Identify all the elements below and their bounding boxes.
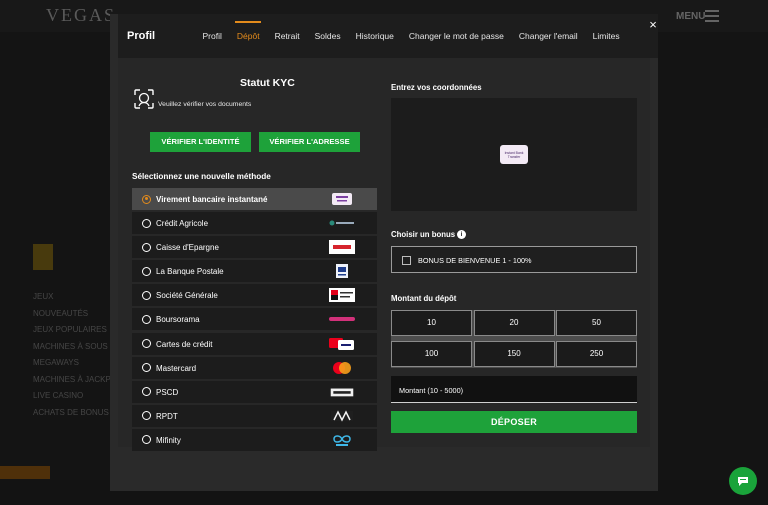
deposit-content: Statut KYC Veuillez vérifier vos documen… — [118, 58, 650, 451]
payment-method-list: Virement bancaire instantané Crédit Agri… — [132, 188, 377, 453]
boursorama-logo — [329, 312, 355, 326]
rpdt-logo — [329, 409, 355, 423]
pscd-logo — [329, 385, 355, 399]
chat-button[interactable] — [729, 467, 757, 495]
instant-bank-transfer-badge: Instant Bank Transfer — [500, 145, 528, 164]
instant-bank-transfer-logo — [329, 192, 355, 206]
radio-button[interactable] — [142, 242, 151, 252]
radio-selected[interactable] — [142, 194, 151, 204]
radio-button[interactable] — [142, 314, 151, 324]
tab-bar: Profil Dépôt Retrait Soldes Historique C… — [195, 14, 627, 58]
kyc-message: Veuillez vérifier vos documents — [158, 101, 252, 108]
method-label: Boursorama — [156, 315, 200, 325]
method-credit-agricole[interactable]: Crédit Agricole — [132, 212, 377, 235]
societe-generale-logo — [329, 288, 355, 303]
radio-button[interactable] — [142, 411, 151, 421]
bonus-label: BONUS DE BIENVENUE 1 - 100% — [418, 256, 532, 265]
amount-input[interactable]: Montant (10 - 5000) — [391, 376, 637, 403]
method-label: Société Générale — [156, 291, 218, 301]
bonus-title: Choisir un bonus — [391, 230, 456, 239]
method-instant-bank-transfer[interactable]: Virement bancaire instantané — [132, 188, 377, 210]
amount-preset-button[interactable]: 10 — [391, 310, 472, 336]
tab-limites[interactable]: Limites — [585, 14, 627, 58]
methods-title: Sélectionnez une nouvelle méthode — [132, 172, 271, 181]
deposit-button[interactable]: Déposer — [391, 411, 637, 433]
radio-button[interactable] — [142, 290, 151, 300]
method-label: Cartes de crédit — [156, 339, 213, 349]
method-label: PSCD — [156, 387, 179, 397]
method-caisse-epargne[interactable]: Caisse d'Epargne — [132, 236, 377, 259]
radio-button[interactable] — [142, 339, 151, 349]
banque-postale-logo — [329, 264, 355, 279]
chat-icon — [738, 477, 748, 486]
tab-profil[interactable]: Profil — [195, 14, 229, 58]
mastercard-logo — [329, 361, 355, 375]
modal-title: Profil — [127, 30, 156, 42]
modal-header: Profil Profil Dépôt Retrait Soldes Histo… — [118, 14, 658, 58]
radio-button[interactable] — [142, 218, 151, 228]
tab-change-password[interactable]: Changer le mot de passe — [401, 14, 511, 58]
method-credit-cards[interactable]: Cartes de crédit — [132, 332, 377, 355]
bonus-checkbox[interactable] — [402, 255, 411, 265]
method-label: Crédit Agricole — [156, 219, 209, 229]
method-banque-postale[interactable]: La Banque Postale — [132, 260, 377, 283]
method-rpdt[interactable]: RPDT — [132, 404, 377, 427]
method-label: Virement bancaire instantané — [156, 195, 268, 204]
tab-historique[interactable]: Historique — [348, 14, 401, 58]
coordinates-title: Entrez vos coordonnées — [391, 83, 482, 92]
method-label: Caisse d'Epargne — [156, 243, 219, 253]
verify-identity-button[interactable]: Vérifier l'identité — [150, 132, 251, 152]
face-scan-icon — [133, 88, 155, 110]
method-label: La Banque Postale — [156, 267, 224, 277]
kyc-title: Statut KYC — [240, 77, 295, 89]
caisse-epargne-logo — [329, 240, 355, 255]
close-icon[interactable]: × — [646, 18, 660, 32]
tab-soldes[interactable]: Soldes — [307, 14, 348, 58]
radio-button[interactable] — [142, 266, 151, 276]
method-label: RPDT — [156, 411, 178, 421]
tab-change-email[interactable]: Changer l'email — [511, 14, 585, 58]
tab-retrait[interactable]: Retrait — [267, 14, 307, 58]
method-mifinity[interactable]: Mifinity — [132, 428, 377, 451]
method-label: Mifinity — [156, 435, 181, 445]
credit-agricole-logo — [329, 216, 355, 230]
radio-button[interactable] — [142, 435, 151, 445]
coordinates-panel: Instant Bank Transfer — [391, 98, 637, 211]
amount-preset-button[interactable]: 100 — [391, 341, 472, 367]
method-mastercard[interactable]: Mastercard — [132, 356, 377, 379]
credit-cards-logo — [329, 337, 355, 351]
profile-modal: Profil Profil Dépôt Retrait Soldes Histo… — [110, 14, 658, 491]
amount-preset-button[interactable]: 150 — [473, 341, 555, 367]
method-label: Mastercard — [156, 363, 197, 373]
method-boursorama[interactable]: Boursorama — [132, 308, 377, 331]
amount-preset-button[interactable]: 250 — [556, 341, 637, 367]
amount-presets: 10 20 50 100 150 250 — [391, 310, 637, 368]
amount-title: Montant du dépôt — [391, 294, 457, 303]
method-societe-generale[interactable]: Société Générale — [132, 284, 377, 307]
info-icon[interactable]: i — [457, 230, 466, 239]
method-pscd[interactable]: PSCD — [132, 380, 377, 403]
verify-address-button[interactable]: Vérifier l'adresse — [259, 132, 360, 152]
amount-preset-button[interactable]: 20 — [473, 310, 555, 336]
bonus-option[interactable]: BONUS DE BIENVENUE 1 - 100% — [391, 246, 637, 273]
amount-preset-button[interactable]: 50 — [556, 310, 637, 336]
tab-depot[interactable]: Dépôt — [229, 14, 267, 58]
mifinity-logo — [329, 433, 355, 447]
radio-button[interactable] — [142, 363, 151, 373]
radio-button[interactable] — [142, 387, 151, 397]
